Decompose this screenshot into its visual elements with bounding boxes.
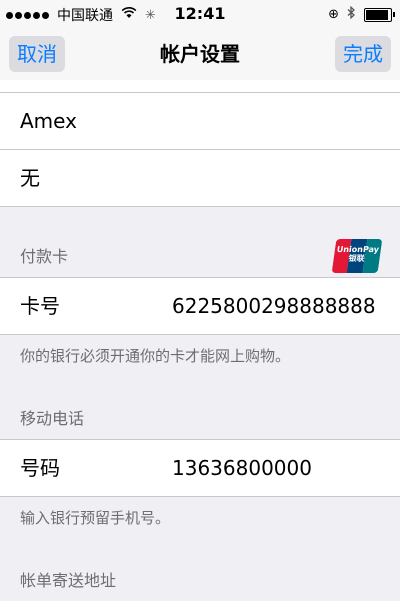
bluetooth-icon (347, 5, 356, 23)
payment-card-header: 付款卡 UnionPay 银联 (0, 207, 400, 277)
status-bar: 中国联通 ✳ 12:41 ⊕ (0, 0, 400, 28)
card-extra-row[interactable]: 无 (0, 150, 400, 207)
phone-title: 移动电话 (20, 409, 85, 428)
card-note: 你的银行必须开通你的卡才能网上购物。 (0, 335, 400, 383)
phone-header: 移动电话 (0, 383, 400, 439)
phone-number-field[interactable]: 13636800000 (172, 440, 312, 496)
phone-number-row[interactable]: 号码 13636800000 (0, 439, 400, 497)
status-right: ⊕ (328, 5, 395, 23)
navigation-bar: 取消 帐户设置 完成 (0, 28, 400, 81)
card-number-field[interactable]: 6225800298888888 (172, 278, 376, 334)
card-number-label: 卡号 (20, 294, 60, 318)
billing-address-header: 帐单寄送地址 (0, 545, 400, 601)
card-type-value: Amex (20, 109, 77, 133)
unionpay-logo-text: UnionPay 银联 (336, 245, 380, 263)
settings-content: Amex 无 付款卡 UnionPay 银联 卡号 62258002988888… (0, 80, 400, 601)
unionpay-logo-icon: UnionPay 银联 (331, 239, 383, 273)
phone-note: 输入银行预留手机号。 (0, 497, 400, 545)
battery-icon (364, 7, 395, 22)
top-row-cut (0, 80, 400, 93)
card-type-row[interactable]: Amex (0, 93, 400, 150)
card-note-text: 你的银行必须开通你的卡才能网上购物。 (20, 347, 291, 365)
phone-number-label: 号码 (20, 456, 60, 480)
card-number-row[interactable]: 卡号 6225800298888888 (0, 277, 400, 335)
payment-card-title: 付款卡 (20, 247, 69, 266)
billing-address-title: 帐单寄送地址 (20, 571, 117, 590)
card-extra-value: 无 (20, 166, 40, 190)
done-button[interactable]: 完成 (335, 36, 391, 72)
phone-note-text: 输入银行预留手机号。 (20, 509, 171, 527)
orientation-lock-icon: ⊕ (328, 7, 339, 22)
